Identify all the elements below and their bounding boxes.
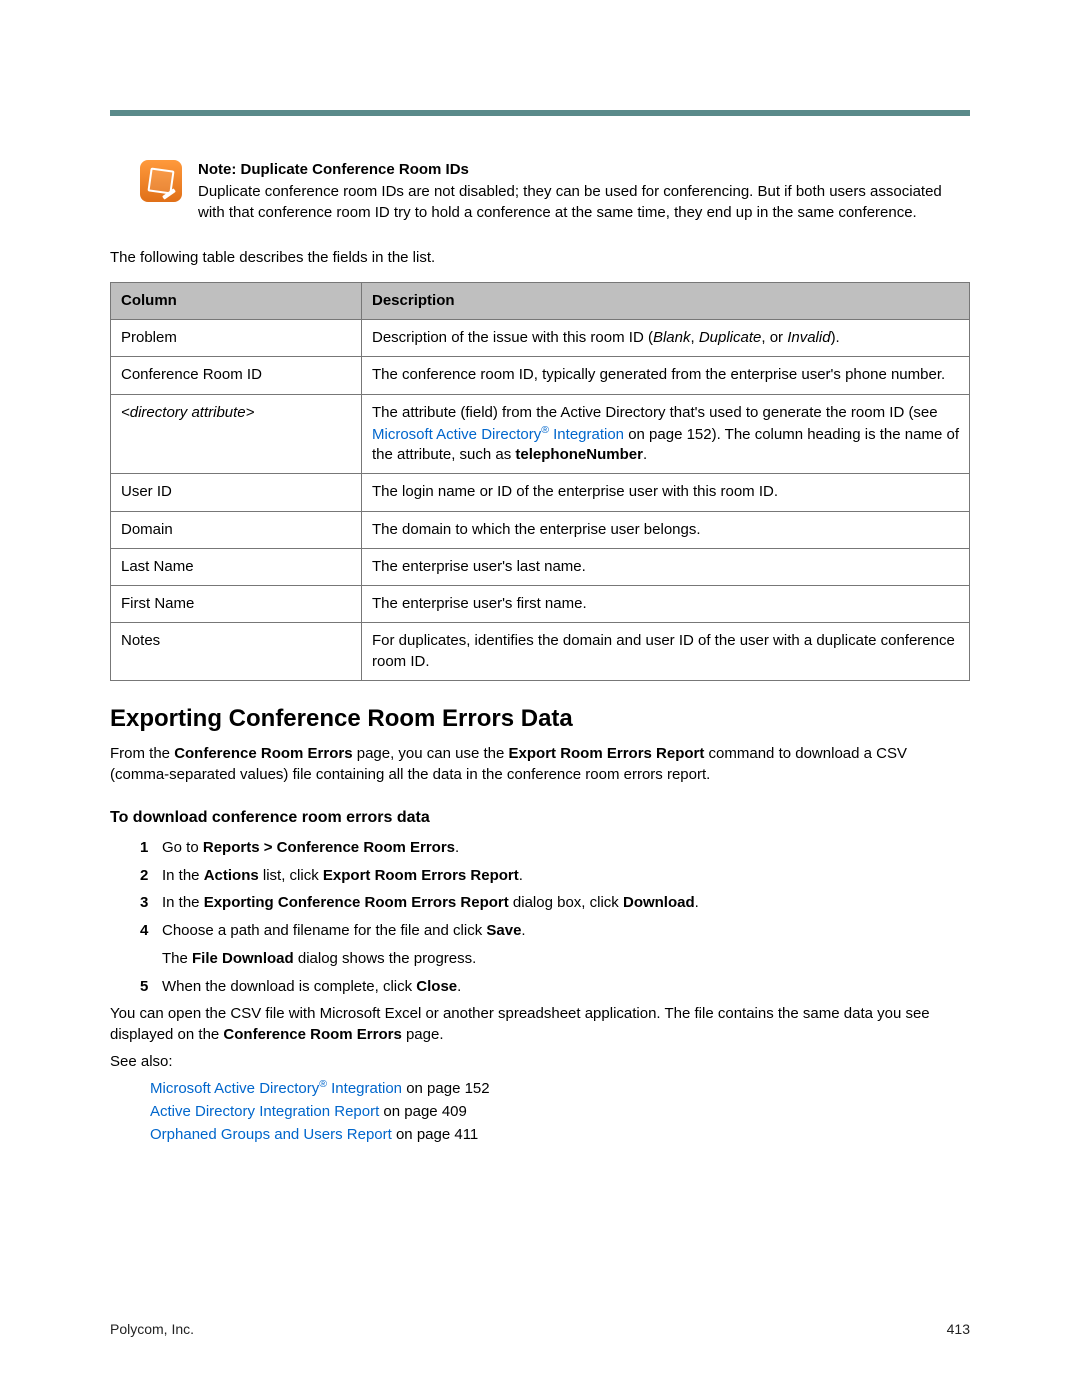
footer-page-number: 413 (947, 1321, 970, 1337)
step-number: 2 (140, 865, 162, 887)
step-item: 4 Choose a path and filename for the fil… (140, 920, 970, 942)
cell-col: Notes (111, 623, 362, 681)
step-extra: The File Download dialog shows the progr… (162, 948, 970, 970)
cell-col: User ID (111, 474, 362, 511)
table-intro: The following table describes the fields… (110, 247, 970, 268)
page-footer: Polycom, Inc. 413 (110, 1321, 970, 1337)
procedure-heading: To download conference room errors data (110, 809, 970, 827)
step-number: 1 (140, 837, 162, 859)
table-row: User ID The login name or ID of the ente… (111, 474, 970, 511)
step-text: In the Actions list, click Export Room E… (162, 865, 970, 887)
closing-paragraph: You can open the CSV file with Microsoft… (110, 1003, 970, 1045)
table-row: Last Name The enterprise user's last nam… (111, 548, 970, 585)
link-orphaned-report[interactable]: Orphaned Groups and Users Report (150, 1126, 392, 1143)
step-number: 5 (140, 976, 162, 998)
step-text: Go to Reports > Conference Room Errors. (162, 837, 970, 859)
see-also-item: Orphaned Groups and Users Report on page… (150, 1126, 970, 1143)
cell-col: Domain (111, 511, 362, 548)
step-text: In the Exporting Conference Room Errors … (162, 892, 970, 914)
cell-desc: The attribute (field) from the Active Di… (362, 394, 970, 474)
link-ad-report[interactable]: Active Directory Integration Report (150, 1103, 379, 1120)
see-also-links: Microsoft Active Directory® Integration … (150, 1078, 970, 1143)
note-title: Note: Duplicate Conference Room IDs (198, 160, 970, 180)
th-column: Column (111, 282, 362, 319)
see-also-item: Microsoft Active Directory® Integration … (150, 1078, 970, 1097)
link-ad-integration[interactable]: Microsoft Active Directory® Integration (372, 426, 624, 443)
step-text: Choose a path and filename for the file … (162, 920, 970, 942)
page-content: Note: Duplicate Conference Room IDs Dupl… (110, 160, 970, 1143)
cell-desc: Description of the issue with this room … (362, 320, 970, 357)
table-header-row: Column Description (111, 282, 970, 319)
note-body: Duplicate conference room IDs are not di… (198, 182, 970, 223)
cell-desc: The login name or ID of the enterprise u… (362, 474, 970, 511)
see-also-item: Active Directory Integration Report on p… (150, 1103, 970, 1120)
cell-desc: The conference room ID, typically genera… (362, 357, 970, 394)
header-rule (110, 110, 970, 116)
link-ad-integration[interactable]: Microsoft Active Directory® Integration (150, 1080, 402, 1097)
step-item: 3 In the Exporting Conference Room Error… (140, 892, 970, 914)
footer-company: Polycom, Inc. (110, 1321, 194, 1337)
cell-col: Last Name (111, 548, 362, 585)
table-row: Notes For duplicates, identifies the dom… (111, 623, 970, 681)
cell-desc: The domain to which the enterprise user … (362, 511, 970, 548)
cell-col: Conference Room ID (111, 357, 362, 394)
step-item: 5 When the download is complete, click C… (140, 976, 970, 998)
fields-table: Column Description Problem Description o… (110, 282, 970, 681)
table-row: Conference Room ID The conference room I… (111, 357, 970, 394)
note-block: Note: Duplicate Conference Room IDs Dupl… (110, 160, 970, 223)
step-item: 2 In the Actions list, click Export Room… (140, 865, 970, 887)
step-number: 4 (140, 920, 162, 942)
step-item: 1 Go to Reports > Conference Room Errors… (140, 837, 970, 859)
see-also-label: See also: (110, 1051, 970, 1072)
cell-col: Problem (111, 320, 362, 357)
cell-col: First Name (111, 586, 362, 623)
section-heading: Exporting Conference Room Errors Data (110, 705, 970, 733)
table-row: Problem Description of the issue with th… (111, 320, 970, 357)
steps-list: 1 Go to Reports > Conference Room Errors… (140, 837, 970, 942)
document-page: Note: Duplicate Conference Room IDs Dupl… (0, 0, 1080, 1397)
cell-desc: The enterprise user's last name. (362, 548, 970, 585)
table-row: <directory attribute> The attribute (fie… (111, 394, 970, 474)
note-icon (140, 160, 182, 202)
note-text: Note: Duplicate Conference Room IDs Dupl… (198, 160, 970, 223)
step-text: When the download is complete, click Clo… (162, 976, 970, 998)
th-description: Description (362, 282, 970, 319)
cell-desc: For duplicates, identifies the domain an… (362, 623, 970, 681)
cell-col: <directory attribute> (111, 394, 362, 474)
cell-desc: The enterprise user's first name. (362, 586, 970, 623)
section-intro: From the Conference Room Errors page, yo… (110, 743, 970, 785)
step-number: 3 (140, 892, 162, 914)
table-row: First Name The enterprise user's first n… (111, 586, 970, 623)
table-row: Domain The domain to which the enterpris… (111, 511, 970, 548)
steps-list-cont: 5 When the download is complete, click C… (140, 976, 970, 998)
